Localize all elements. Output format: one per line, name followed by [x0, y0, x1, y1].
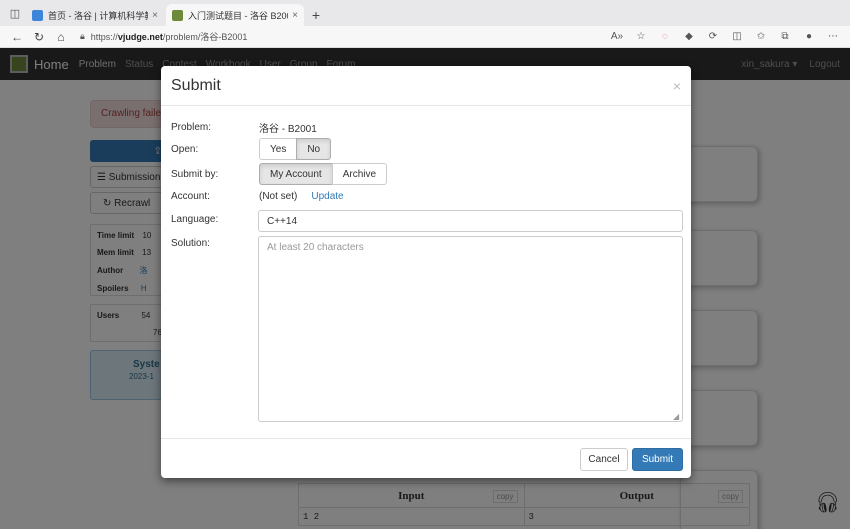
modal-header: Submit ×: [161, 66, 691, 106]
split-screen-icon[interactable]: ◫: [730, 31, 744, 42]
submit-by-row: Submit by: My Account Archive: [171, 163, 388, 185]
tab-title: 首页 - 洛谷 | 计算机科学教育新: [48, 10, 148, 21]
url-path: /problem/洛谷-B2001: [162, 32, 248, 42]
account-label: Account:: [171, 191, 210, 202]
language-label: Language:: [171, 214, 219, 225]
cancel-button[interactable]: Cancel: [580, 448, 628, 471]
solution-textarea[interactable]: [258, 236, 683, 422]
site-info-icon[interactable]: 🔒︎: [80, 31, 85, 42]
open-toggle: Yes No: [259, 138, 332, 160]
extension-icon[interactable]: ◌: [658, 31, 672, 42]
archive-button[interactable]: Archive: [331, 163, 388, 185]
close-icon[interactable]: ×: [673, 78, 681, 94]
tab-title: 入门测试题目 - 洛谷 B2001 - Vi: [188, 10, 288, 21]
web-page: Home Problem Status Contest Workbook Use…: [0, 48, 850, 529]
browser-toolbar: A» ☆ ◌ ◆ ⟳ ◫ ✩ ⧉ ● ⋯: [610, 31, 840, 42]
my-account-button[interactable]: My Account: [259, 163, 333, 185]
account-value: (Not set): [259, 191, 298, 202]
account-row: Account: (Not set) Update: [171, 191, 344, 202]
modal-body: Problem: 洛谷 - B2001 Open: Yes No Submit …: [161, 106, 691, 438]
new-tab-button[interactable]: +: [306, 4, 326, 26]
problem-label: Problem:: [171, 122, 212, 133]
solution-row: Solution:: [171, 238, 259, 249]
favorites-icon[interactable]: ✩: [754, 31, 768, 42]
luogu-favicon-icon: [32, 9, 43, 21]
resize-grip-icon[interactable]: ◢: [673, 412, 681, 421]
open-yes-button[interactable]: Yes: [259, 138, 298, 160]
vjudge-favicon-icon: [172, 9, 183, 21]
home-icon[interactable]: ⌂: [50, 30, 72, 44]
open-no-button[interactable]: No: [296, 138, 332, 160]
browser-tab-vjudge[interactable]: 入门测试题目 - 洛谷 B2001 - Vi ×: [166, 4, 304, 26]
submit-modal: Submit × Problem: 洛谷 - B2001 Open: Yes N…: [161, 66, 691, 478]
submit-button[interactable]: Submit: [632, 448, 683, 471]
open-label: Open:: [171, 143, 199, 155]
back-icon[interactable]: ←: [6, 30, 28, 44]
submit-by-toggle: My Account Archive: [259, 163, 388, 185]
modal-footer: Cancel Submit: [161, 438, 691, 478]
language-select[interactable]: C++14: [258, 210, 683, 232]
submit-by-label: Submit by:: [171, 168, 219, 180]
shield-extension-icon[interactable]: ◆: [682, 31, 696, 42]
read-aloud-icon[interactable]: A»: [610, 31, 624, 42]
favorite-star-icon[interactable]: ☆: [634, 31, 648, 42]
url-field[interactable]: 🔒︎ https://vjudge.net/problem/洛谷-B2001: [80, 28, 610, 46]
tab-close-icon[interactable]: ×: [292, 10, 298, 21]
solution-label: Solution:: [171, 238, 210, 249]
problem-row: Problem: 洛谷 - B2001: [171, 120, 317, 135]
open-row: Open: Yes No: [171, 138, 332, 160]
modal-title: Submit: [171, 76, 221, 94]
window-menu-icon[interactable]: ◫: [4, 2, 26, 24]
update-account-link[interactable]: Update: [311, 191, 343, 202]
refresh-icon[interactable]: ↻: [28, 30, 50, 44]
more-menu-icon[interactable]: ⋯: [826, 31, 840, 42]
url-prefix: https://: [90, 31, 118, 42]
browser-tab-luogu-home[interactable]: 首页 - 洛谷 | 计算机科学教育新 ×: [26, 4, 164, 26]
url-host: vjudge.net: [117, 31, 163, 42]
browser-tab-strip: ◫ 首页 - 洛谷 | 计算机科学教育新 × 入门测试题目 - 洛谷 B2001…: [0, 0, 850, 26]
profile-avatar-icon[interactable]: ●: [802, 31, 816, 42]
problem-value: 洛谷 - B2001: [259, 124, 317, 135]
language-row: Language:: [171, 214, 259, 225]
tab-close-icon[interactable]: ×: [152, 10, 158, 21]
address-bar: ← ↻ ⌂ 🔒︎ https://vjudge.net/problem/洛谷-B…: [0, 26, 850, 48]
refresh-extension-icon[interactable]: ⟳: [706, 31, 720, 42]
collections-icon[interactable]: ⧉: [778, 31, 792, 42]
